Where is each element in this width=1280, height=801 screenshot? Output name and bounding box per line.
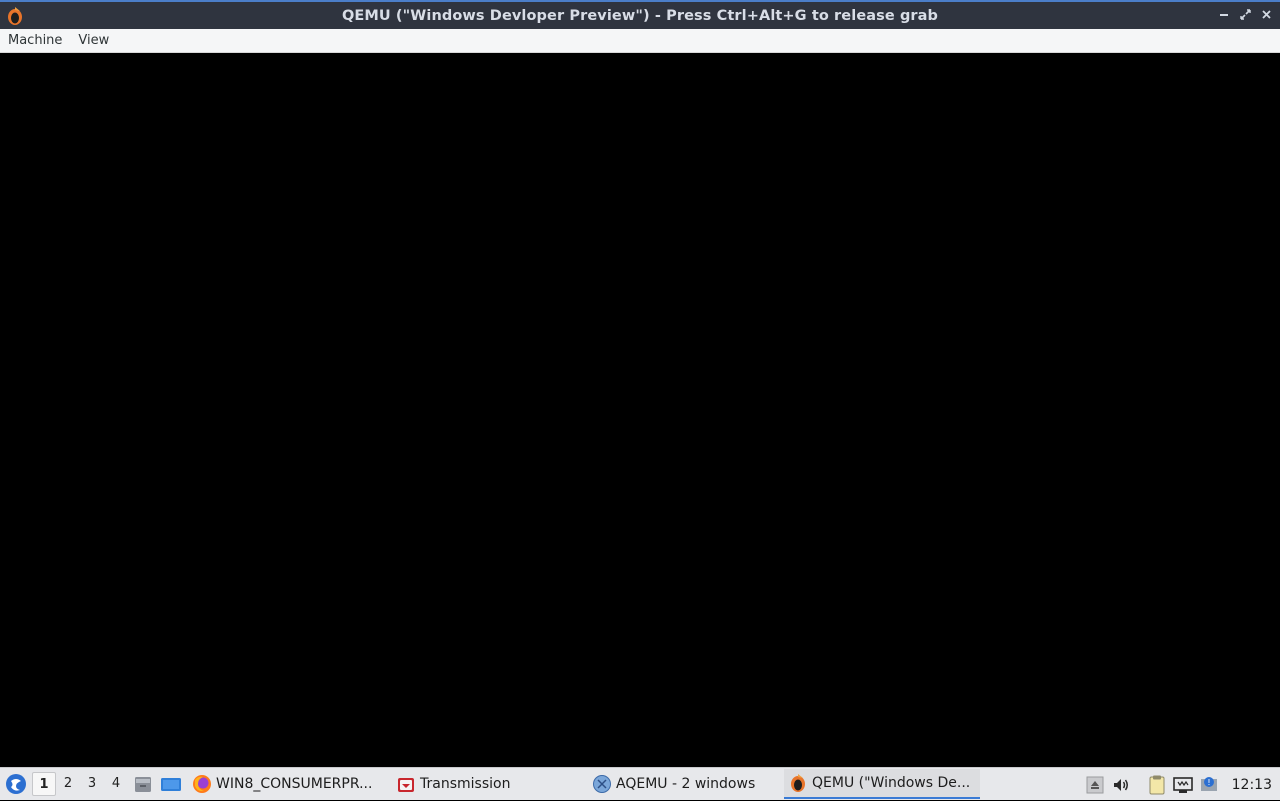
- task-aqemu[interactable]: AQEMU - 2 windows: [588, 769, 784, 799]
- clock[interactable]: 12:13: [1222, 777, 1280, 793]
- clipboard-icon[interactable]: [1144, 772, 1170, 798]
- desktop-3-button[interactable]: 3: [80, 772, 104, 796]
- svg-text:!: !: [1207, 778, 1210, 787]
- volume-icon[interactable]: [1108, 772, 1134, 798]
- task-label: AQEMU - 2 windows: [616, 776, 756, 792]
- taskbar: 1 2 3 4 WIN8_CONSUMERPR... Transmission …: [0, 767, 1280, 800]
- menu-machine[interactable]: Machine: [0, 29, 70, 53]
- task-label: Transmission: [420, 776, 511, 792]
- firefox-icon: [192, 774, 212, 794]
- minimize-icon[interactable]: [1217, 7, 1232, 22]
- task-label: QEMU ("Windows De...: [812, 775, 971, 791]
- window-title: QEMU ("Windows Devloper Preview") - Pres…: [341, 7, 939, 24]
- task-firefox[interactable]: WIN8_CONSUMERPR...: [188, 769, 384, 799]
- desktop-1-button[interactable]: 1: [32, 772, 56, 796]
- show-desktop-icon[interactable]: [158, 771, 184, 797]
- desktop-4-button[interactable]: 4: [104, 772, 128, 796]
- transmission-icon: [396, 774, 416, 794]
- aqemu-icon: [592, 774, 612, 794]
- updates-icon[interactable]: !: [1196, 772, 1222, 798]
- qemu-icon[interactable]: [6, 6, 24, 26]
- close-icon[interactable]: [1259, 7, 1274, 22]
- start-menu-icon[interactable]: [0, 768, 32, 800]
- eject-icon[interactable]: [1082, 772, 1108, 798]
- network-icon[interactable]: [1170, 772, 1196, 798]
- qemu-icon: [788, 773, 808, 793]
- task-label: WIN8_CONSUMERPR...: [216, 776, 373, 792]
- task-transmission[interactable]: Transmission: [392, 769, 588, 799]
- guest-display[interactable]: [0, 53, 1280, 767]
- system-tray: ! 12:13: [1082, 768, 1280, 801]
- window-titlebar[interactable]: QEMU ("Windows Devloper Preview") - Pres…: [0, 0, 1280, 29]
- file-manager-icon[interactable]: [130, 771, 156, 797]
- maximize-icon[interactable]: [1238, 7, 1253, 22]
- menu-bar: Machine View: [0, 29, 1280, 53]
- task-qemu[interactable]: QEMU ("Windows De...: [784, 769, 980, 799]
- menu-view[interactable]: View: [70, 29, 117, 53]
- desktop-2-button[interactable]: 2: [56, 772, 80, 796]
